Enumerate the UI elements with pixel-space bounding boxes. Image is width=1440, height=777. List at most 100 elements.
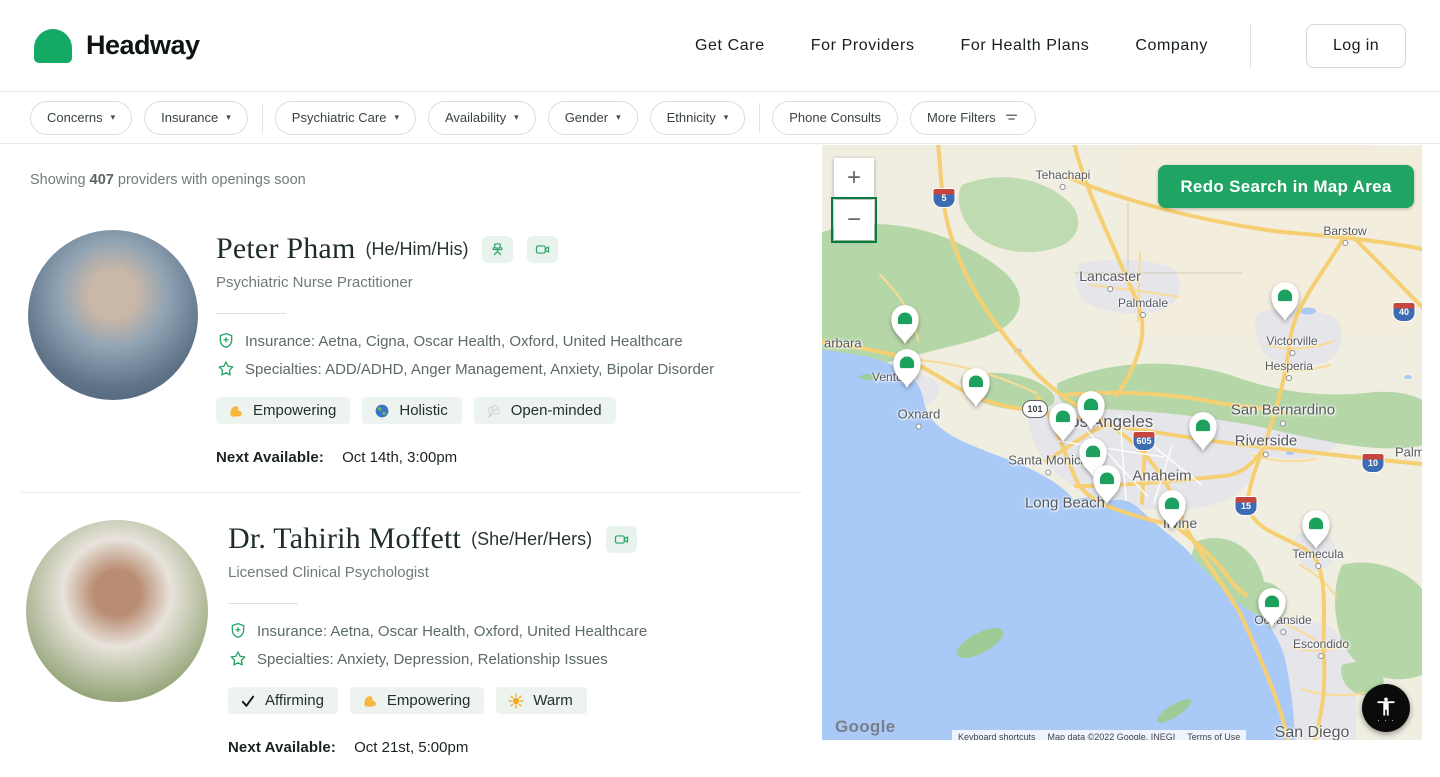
- specialties-row: Specialties: Anxiety, Depression, Relati…: [228, 649, 647, 669]
- specialties-list: Anxiety, Depression, Relationship Issues: [337, 651, 608, 668]
- insurance-label: Insurance:: [245, 333, 315, 350]
- filter-label: Psychiatric Care: [292, 110, 387, 125]
- trait-label: Empowering: [387, 692, 470, 709]
- in-person-session-icon: [482, 236, 513, 263]
- star-icon: [216, 359, 236, 379]
- map-pin[interactable]: [1255, 585, 1289, 634]
- specialties-row: Specialties: ADD/ADHD, Anger Management,…: [216, 359, 714, 379]
- shield-plus-icon: [216, 331, 236, 351]
- insurance-row: Insurance: Aetna, Oscar Health, Oxford, …: [228, 621, 647, 641]
- google-logo[interactable]: Google: [835, 717, 895, 737]
- zoom-in-button[interactable]: +: [834, 158, 874, 198]
- globe-icon: [374, 403, 390, 419]
- trait-label: Warm: [533, 692, 572, 709]
- filter-ethnicity[interactable]: Ethnicity ▾: [650, 101, 746, 135]
- map-pin[interactable]: [1186, 409, 1220, 458]
- map-pin[interactable]: [1074, 388, 1108, 437]
- nav-company[interactable]: Company: [1135, 37, 1208, 55]
- login-button[interactable]: Log in: [1306, 24, 1406, 68]
- filter-label: Phone Consults: [789, 110, 881, 125]
- insurance-list: Aetna, Oscar Health, Oxford, United Heal…: [330, 623, 647, 640]
- headway-logo-mark-icon: [34, 29, 72, 63]
- filter-bar: Concerns▾ Insurance▾ Psychiatric Care▾ A…: [0, 92, 1440, 144]
- filter-psychiatric-care[interactable]: Psychiatric Care ▾: [275, 101, 416, 135]
- specialties-label: Specialties:: [257, 651, 334, 668]
- accessibility-button[interactable]: · · ·: [1362, 684, 1410, 732]
- insurance-list: Aetna, Cigna, Oscar Health, Oxford, Unit…: [318, 333, 682, 350]
- results-prefix: Showing: [30, 172, 86, 188]
- provider-results-panel: Showing 407 providers with openings soon…: [0, 144, 822, 777]
- insurance-label: Insurance:: [257, 623, 327, 640]
- results-suffix: providers with openings soon: [118, 172, 306, 188]
- brand-name: Headway: [86, 30, 200, 61]
- map-pin[interactable]: [1268, 279, 1302, 328]
- provider-pronouns: (He/Him/His): [365, 239, 468, 260]
- trait-label: Holistic: [399, 402, 447, 419]
- filter-concerns[interactable]: Concerns▾: [30, 101, 132, 135]
- filter-label: Availability: [445, 110, 506, 125]
- keyboard-shortcuts-link[interactable]: Keyboard shortcuts: [952, 730, 1042, 740]
- main-nav: Get Care For Providers For Health Plans …: [649, 24, 1406, 68]
- trait-holistic: Holistic: [362, 397, 461, 424]
- filter-label: Ethnicity: [667, 110, 716, 125]
- chevron-down-icon: ▾: [394, 112, 399, 123]
- muscle-icon: [362, 693, 378, 709]
- map-pin[interactable]: [959, 365, 993, 414]
- provider-name: Dr. Tahirih Moffett: [228, 522, 461, 556]
- provider-card-body: Peter Pham (He/Him/His) Psychiatric Nurs…: [216, 230, 714, 466]
- filter-label: Insurance: [161, 110, 218, 125]
- filter-insurance[interactable]: Insurance▾: [144, 101, 248, 135]
- chevron-down-icon: ▾: [724, 112, 729, 123]
- trait-pills: Empowering Holistic Open-minded: [216, 397, 714, 424]
- video-session-icon: [527, 236, 558, 263]
- trait-empowering: Empowering: [350, 687, 484, 714]
- filter-more-filters[interactable]: More Filters: [910, 101, 1036, 135]
- next-available-value: Oct 21st, 5:00pm: [354, 739, 468, 756]
- zoom-out-button[interactable]: −: [834, 200, 874, 240]
- next-available-label: Next Available:: [228, 739, 336, 756]
- filter-label: Gender: [565, 110, 608, 125]
- map-pin[interactable]: [888, 302, 922, 351]
- chevron-down-icon: ▾: [616, 112, 621, 123]
- provider-name: Peter Pham: [216, 232, 355, 266]
- results-count: 407: [90, 172, 114, 188]
- filter-availability[interactable]: Availability▾: [428, 101, 536, 135]
- provider-card-tahirih-moffett[interactable]: Dr. Tahirih Moffett (She/Her/Hers) Licen…: [0, 520, 822, 756]
- map-data-credit: Map data ©2022 Google, INEGI: [1042, 730, 1182, 740]
- insurance-row: Insurance: Aetna, Cigna, Oscar Health, O…: [216, 331, 714, 351]
- results-count-line: Showing 407 providers with openings soon: [30, 172, 822, 188]
- headway-logo[interactable]: Headway: [34, 29, 200, 63]
- map-attribution: Keyboard shortcuts Map data ©2022 Google…: [952, 730, 1246, 740]
- star-icon: [228, 649, 248, 669]
- next-available-row: Next Available: Oct 21st, 5:00pm: [228, 739, 647, 756]
- muscle-icon: [228, 403, 244, 419]
- provider-card-peter-pham[interactable]: Peter Pham (He/Him/His) Psychiatric Nurs…: [0, 230, 822, 466]
- next-available-value: Oct 14th, 3:00pm: [342, 449, 457, 466]
- top-header: Headway Get Care For Providers For Healt…: [0, 0, 1440, 92]
- map-pin[interactable]: [1090, 462, 1124, 511]
- provider-card-body: Dr. Tahirih Moffett (She/Her/Hers) Licen…: [228, 520, 647, 756]
- provider-avatar: [28, 230, 198, 400]
- map-canvas: [822, 145, 1422, 740]
- map-zoom-controls: + −: [834, 158, 874, 240]
- trait-label: Affirming: [265, 692, 324, 709]
- map-pin[interactable]: [1299, 507, 1333, 556]
- filter-gender[interactable]: Gender ▾: [548, 101, 638, 135]
- nav-divider: [1250, 24, 1251, 68]
- terms-of-use-link[interactable]: Terms of Use: [1181, 730, 1246, 740]
- nav-for-providers[interactable]: For Providers: [811, 37, 915, 55]
- provider-title: Psychiatric Nurse Practitioner: [216, 274, 714, 291]
- filter-phone-consults[interactable]: Phone Consults: [772, 101, 898, 135]
- nav-for-health-plans[interactable]: For Health Plans: [961, 37, 1090, 55]
- provider-title: Licensed Clinical Psychologist: [228, 564, 647, 581]
- nav-get-care[interactable]: Get Care: [695, 37, 765, 55]
- card-separator: [20, 492, 802, 493]
- map-pin[interactable]: [890, 346, 924, 395]
- accessibility-dots: · · ·: [1377, 719, 1394, 722]
- redo-search-button[interactable]: Redo Search in Map Area: [1158, 165, 1414, 208]
- check-icon: [240, 693, 256, 709]
- map-panel[interactable]: TehachapiFort IrwinBarstowLancasterPalmd…: [822, 145, 1422, 740]
- trait-empowering: Empowering: [216, 397, 350, 424]
- trait-open-minded: Open-minded: [474, 397, 616, 424]
- map-pin[interactable]: [1155, 487, 1189, 536]
